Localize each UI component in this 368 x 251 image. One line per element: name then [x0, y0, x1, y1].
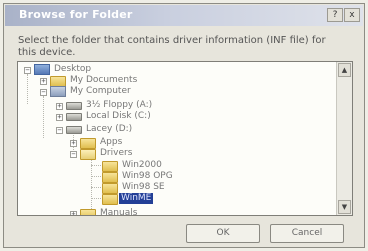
- tree-item-label: Win98 OPG: [122, 171, 173, 181]
- tree-item-winme[interactable]: WinME: [18, 193, 338, 205]
- close-button[interactable]: x: [344, 8, 360, 22]
- folder-icon: [102, 194, 118, 205]
- floppy-drive-icon: [66, 102, 82, 110]
- expand-icon[interactable]: +: [56, 103, 63, 110]
- tree-item-label: Local Disk (C:): [86, 111, 151, 121]
- folder-tree[interactable]: − Desktop + My Documents − My Computer +…: [17, 61, 353, 216]
- tree-item-label: 3½ Floppy (A:): [86, 100, 153, 110]
- collapse-icon[interactable]: −: [70, 151, 77, 158]
- window-title: Browse for Folder: [19, 8, 133, 21]
- cancel-button[interactable]: Cancel: [270, 224, 344, 243]
- expand-icon[interactable]: +: [40, 78, 47, 85]
- tree-item-local-disk-c[interactable]: + Local Disk (C:): [18, 111, 338, 123]
- scroll-down-icon[interactable]: ▼: [338, 200, 351, 214]
- folder-open-icon: [80, 149, 96, 160]
- expand-icon[interactable]: +: [70, 140, 77, 147]
- collapse-icon[interactable]: −: [56, 127, 63, 134]
- folder-icon: [80, 209, 96, 215]
- tree-item-lacey-d[interactable]: − Lacey (D:): [18, 124, 338, 136]
- ok-button[interactable]: OK: [186, 224, 260, 243]
- help-button[interactable]: ?: [327, 8, 343, 22]
- browse-for-folder-dialog: Browse for Folder ? x Select the folder …: [3, 3, 365, 248]
- instruction-text: Select the folder that contains driver i…: [18, 35, 326, 58]
- tree-item-label: Apps: [100, 137, 123, 147]
- tree-item-label: Lacey (D:): [86, 124, 133, 134]
- title-bar[interactable]: Browse for Folder ? x: [5, 5, 363, 26]
- tree-item-label-selected: WinME: [119, 193, 154, 204]
- hard-drive-icon: [66, 126, 82, 134]
- tree-item-label: Win98 SE: [122, 182, 165, 192]
- expand-icon[interactable]: +: [56, 114, 63, 121]
- vertical-scrollbar[interactable]: ▲ ▼: [336, 62, 352, 215]
- collapse-icon[interactable]: −: [40, 89, 47, 96]
- expand-icon[interactable]: +: [70, 211, 77, 215]
- hard-drive-icon: [66, 113, 82, 121]
- tree-item-my-computer[interactable]: − My Computer: [18, 86, 338, 98]
- computer-icon: [50, 86, 66, 97]
- tree-item-label: Win2000: [122, 160, 162, 170]
- tree-item-drivers[interactable]: − Drivers: [18, 148, 338, 160]
- tree-item-label: My Computer: [70, 86, 131, 96]
- tree-item-label: Desktop: [54, 64, 92, 74]
- tree-item-label: My Documents: [70, 75, 138, 85]
- desktop-icon: [34, 64, 50, 75]
- scroll-up-icon[interactable]: ▲: [338, 63, 351, 77]
- tree-item-label: Drivers: [100, 148, 133, 158]
- tree-item-label: Manuals: [100, 208, 138, 216]
- collapse-icon[interactable]: −: [24, 67, 31, 74]
- tree-item-manuals[interactable]: + Manuals: [18, 208, 338, 216]
